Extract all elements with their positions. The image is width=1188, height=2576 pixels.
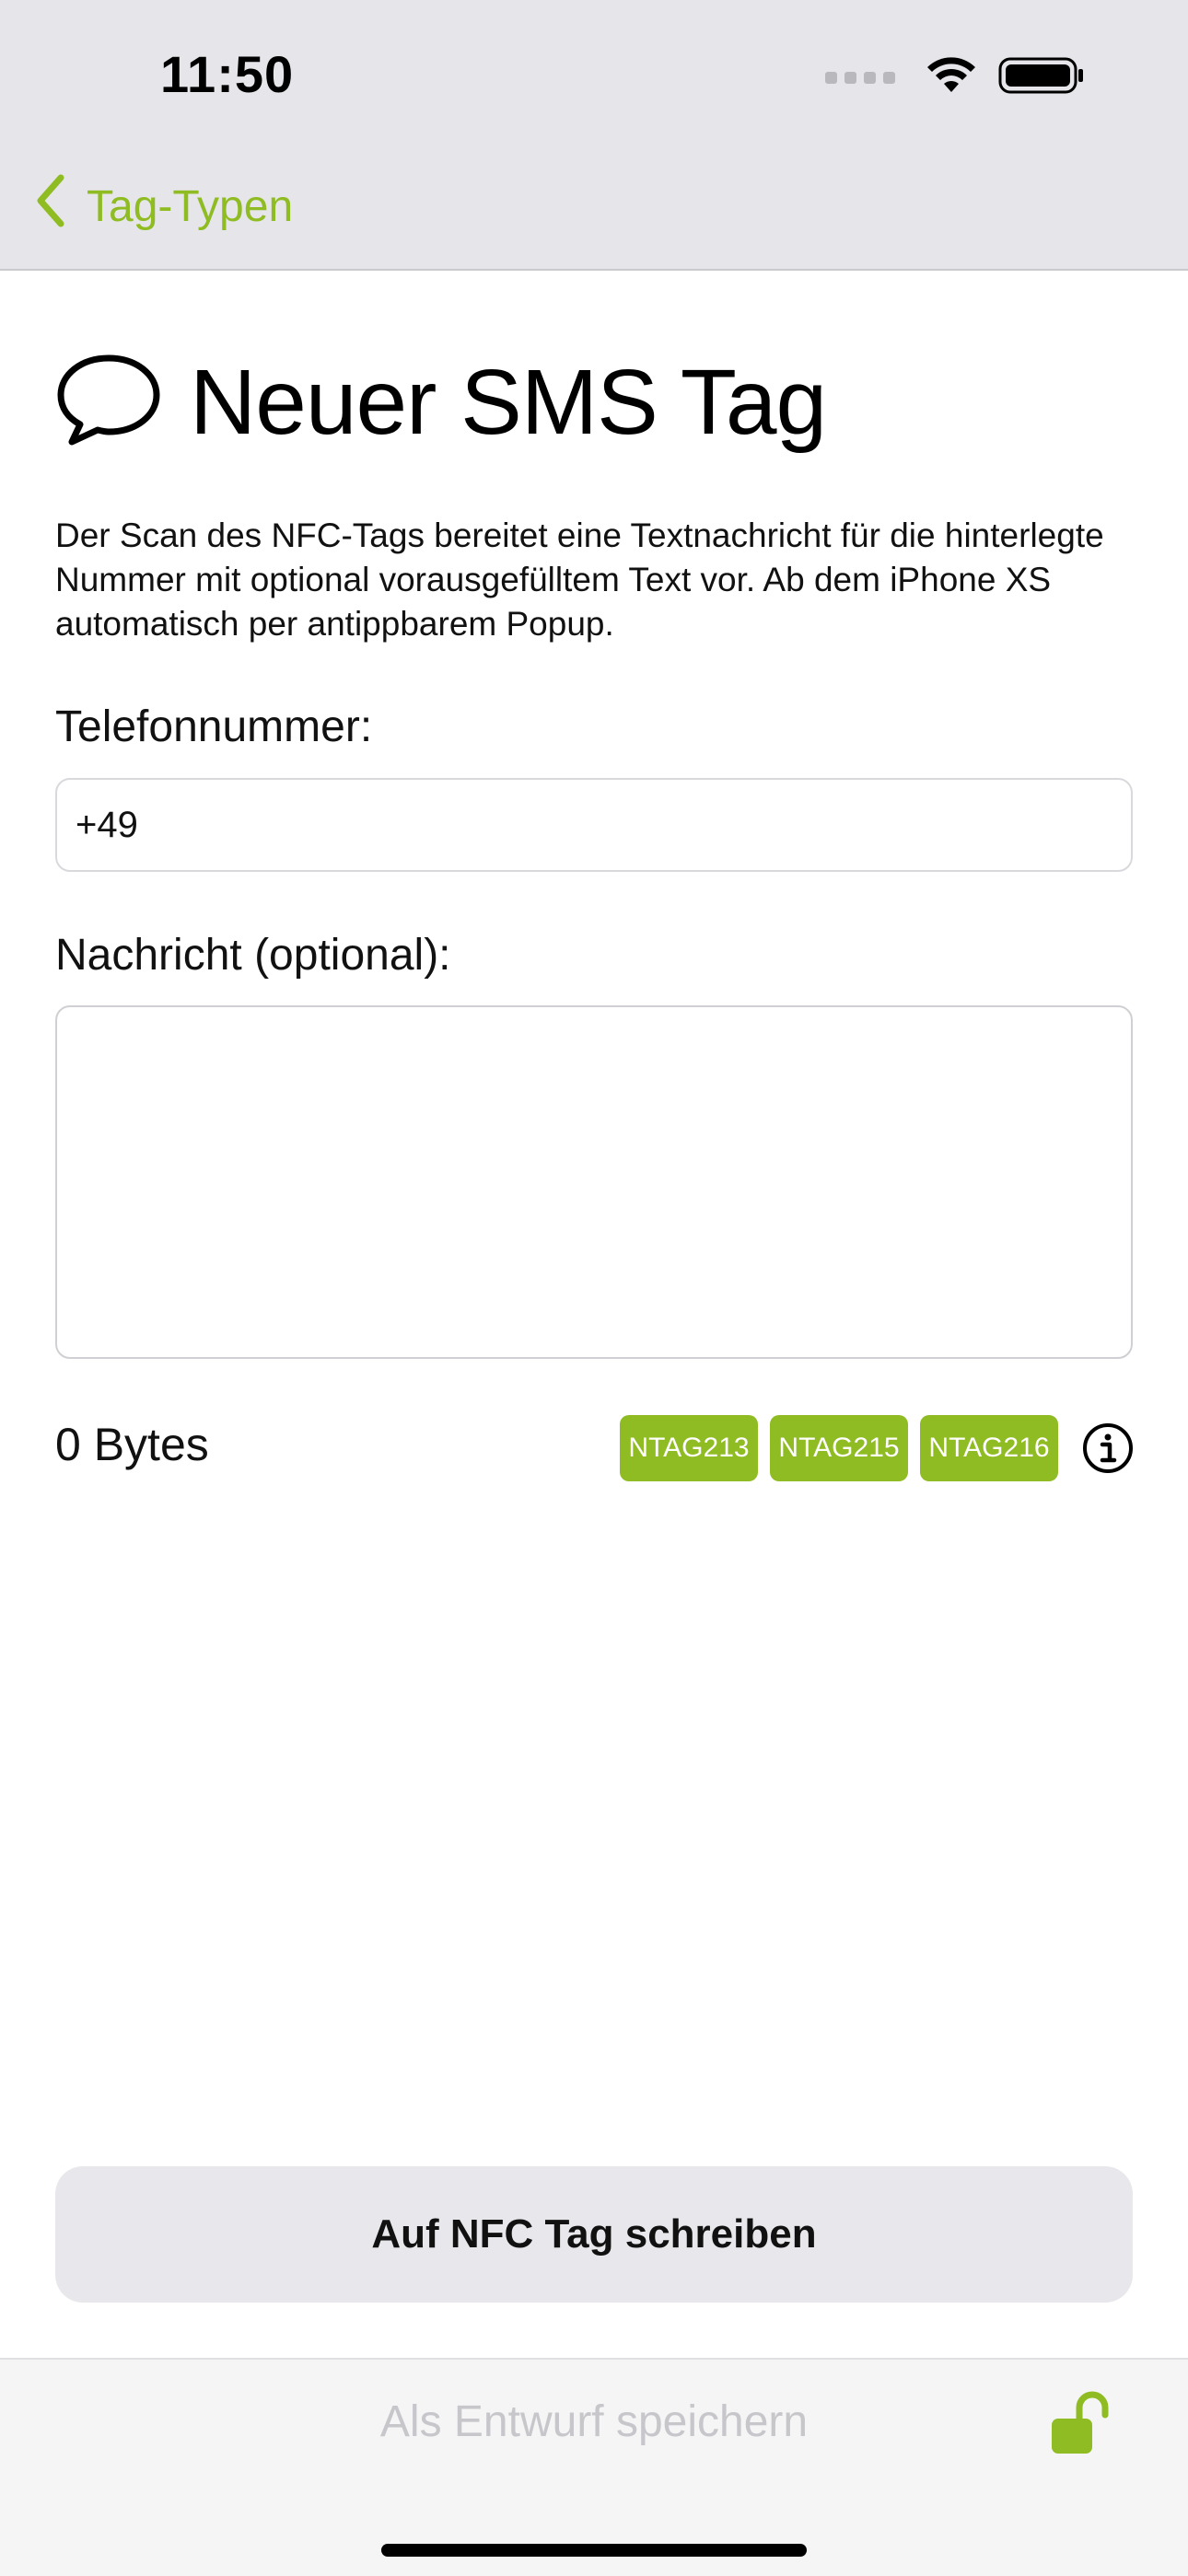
phone-label: Telefonnummer: [55,702,373,751]
tag-chip-ntag216: NTAG216 [920,1415,1058,1481]
cellular-signal-icon [825,72,895,84]
unlock-icon[interactable] [1048,2387,1114,2462]
description-text: Der Scan des NFC-Tags bereitet eine Text… [55,516,1104,643]
write-nfc-tag-button[interactable]: Auf NFC Tag schreiben [55,2166,1133,2303]
chevron-left-icon [33,173,66,239]
status-time: 11:50 [160,45,295,103]
page-title: Neuer SMS Tag [190,351,827,454]
back-button-label: Tag-Typen [87,181,294,231]
home-indicator [381,2544,807,2557]
speech-bubble-icon [55,353,162,453]
tag-compatibility-row: NTAG213 NTAG215 NTAG216 [620,1415,1135,1481]
bottom-toolbar: Als Entwurf speichern [0,2358,1188,2576]
battery-icon [998,55,1085,100]
info-icon[interactable] [1081,1421,1135,1475]
byte-count: 0 Bytes [55,1419,209,1470]
message-label: Nachricht (optional): [55,931,451,980]
tag-chip-ntag213: NTAG213 [620,1415,758,1481]
wifi-icon [925,55,978,100]
message-textarea[interactable] [55,1005,1133,1359]
save-draft-button[interactable]: Als Entwurf speichern [0,2396,1188,2447]
tag-chip-ntag215: NTAG215 [770,1415,908,1481]
status-icons [825,55,1085,100]
back-button[interactable]: Tag-Typen [33,173,293,239]
title-row: Neuer SMS Tag [55,350,827,456]
top-bar: 11:50 Tag-Typen [0,0,1188,271]
phone-input[interactable] [55,778,1133,872]
